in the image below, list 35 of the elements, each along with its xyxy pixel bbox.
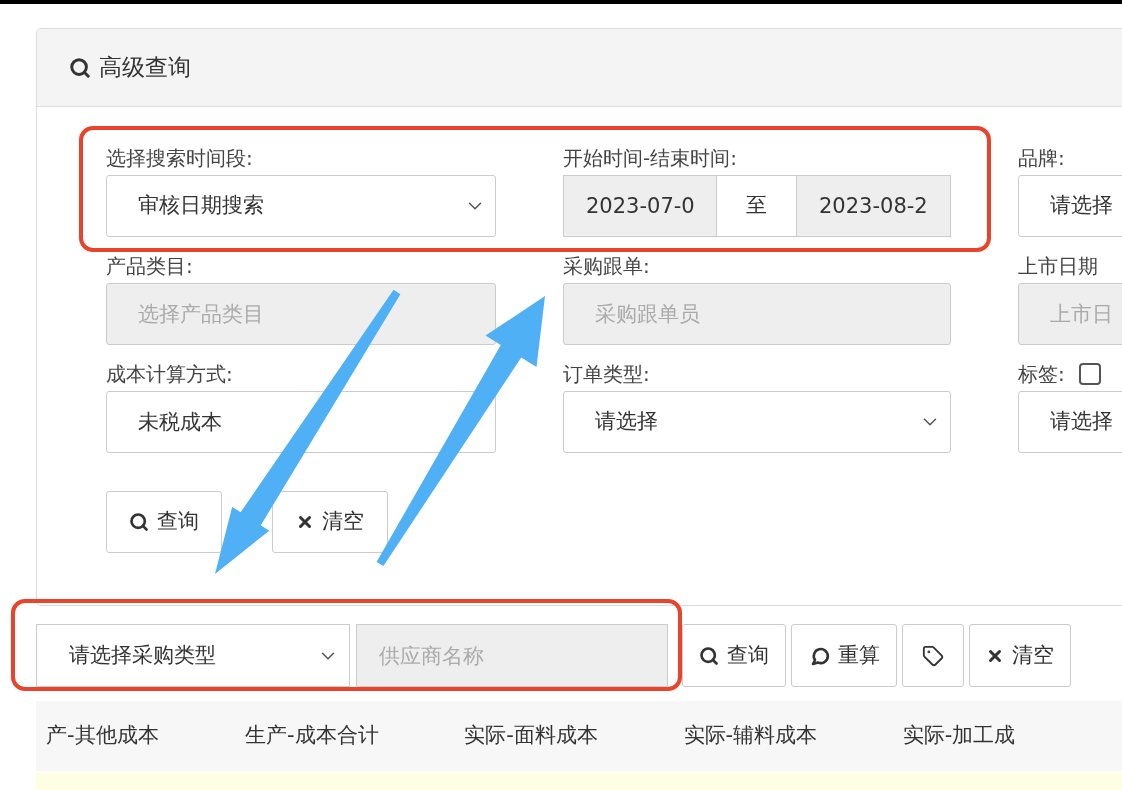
select-field[interactable]: 请选择 [563, 391, 951, 453]
panel-title: 高级查询 [99, 53, 191, 83]
field-label: 采购跟单: [563, 253, 650, 280]
toolbar-button[interactable]: 清空 [969, 624, 1071, 687]
toolbar-button[interactable]: 查询 [682, 624, 786, 687]
select-field[interactable]: 请选择 [1018, 391, 1122, 453]
field-label: 标签: [1018, 361, 1065, 388]
column-header: 实际-加工成 [902, 722, 1017, 750]
column-header: 产-其他成本 [45, 722, 160, 750]
search-icon [129, 512, 149, 532]
toolbar-button[interactable]: 重算 [791, 624, 897, 687]
range-separator: 至 [717, 175, 796, 237]
field-label: 选择搜索时间段: [106, 145, 253, 172]
field-label: 成本计算方式: [106, 361, 233, 388]
column-header: 实际-辅料成本 [683, 722, 819, 750]
start-date-field[interactable]: 2023-07-0 [563, 175, 717, 237]
field-label: 订单类型: [563, 361, 650, 388]
end-date-field[interactable]: 2023-08-2 [796, 175, 951, 237]
field-label: 产品类目: [106, 253, 193, 280]
search-icon [699, 645, 719, 666]
checkbox[interactable] [1078, 363, 1101, 385]
search-icon [69, 56, 91, 79]
field-label: 上市日期 [1018, 253, 1098, 280]
select-field[interactable]: 请选择 [1018, 175, 1122, 237]
field-label: 品牌: [1018, 145, 1065, 172]
select-field[interactable]: 请选择采购类型 [36, 624, 350, 687]
field-label: 开始时间-结束时间: [563, 145, 737, 172]
tag-button[interactable] [902, 624, 964, 687]
action-button[interactable]: 清空 [272, 491, 388, 553]
close-icon [296, 513, 314, 531]
column-header: 生产-成本合计 [245, 722, 380, 750]
action-button[interactable]: 查询 [106, 491, 222, 553]
tag-icon [922, 644, 944, 667]
column-header: 实际-面料成本 [464, 722, 599, 750]
select-field[interactable]: 审核日期搜索 [106, 175, 496, 237]
